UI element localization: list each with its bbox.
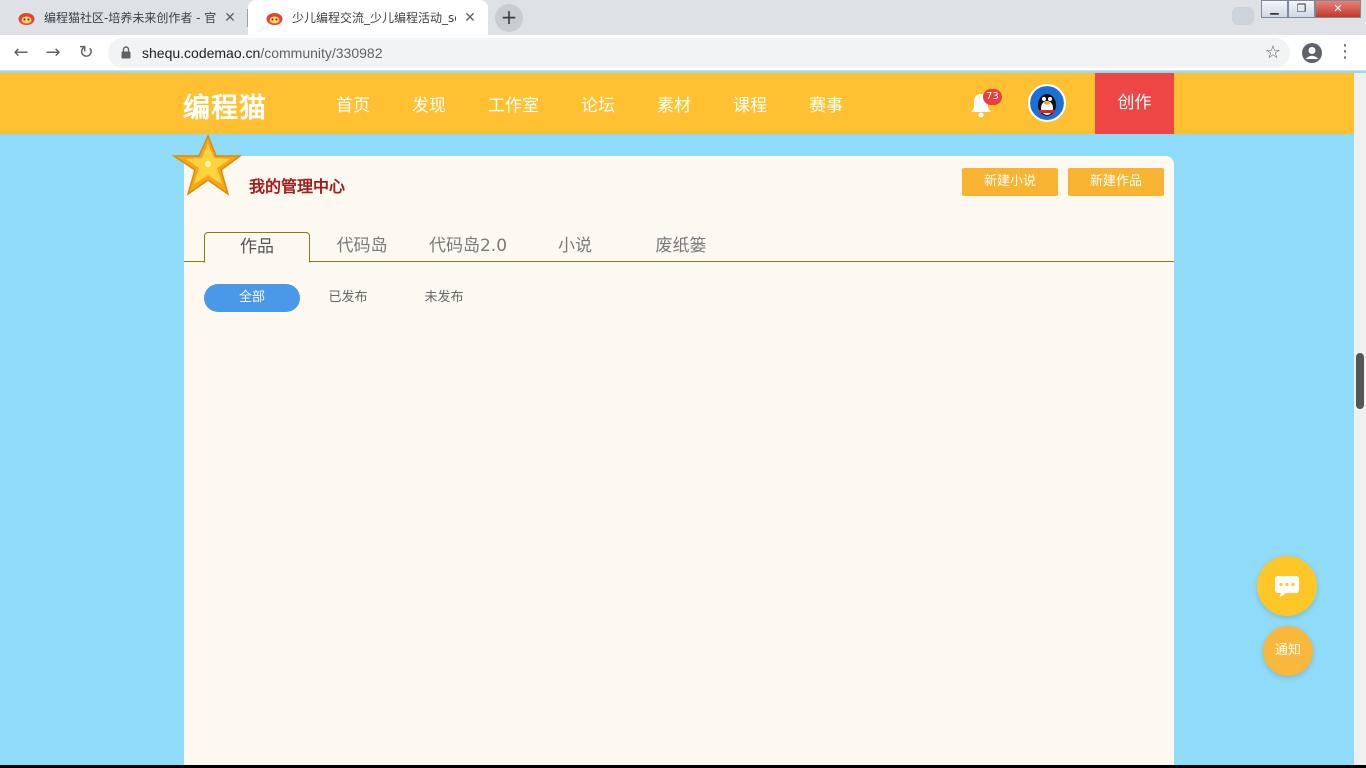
create-button[interactable]: 创作 <box>1095 73 1174 134</box>
forward-icon[interactable]: → <box>41 41 65 65</box>
nav-item-contests[interactable]: 赛事 <box>809 91 843 116</box>
page-scrollbar[interactable] <box>1354 73 1366 768</box>
address-bar[interactable]: shequ.codemao.cn/community/330982 ☆ <box>108 38 1290 68</box>
close-tab-icon[interactable]: ✕ <box>222 10 238 26</box>
url-host: shequ.codemao.cn <box>142 45 261 61</box>
nav-item-materials[interactable]: 素材 <box>657 91 691 116</box>
browser-tabstrip: 编程猫社区-培养未来创作者 - 官 ✕ 少儿编程交流_少儿编程活动_scra ✕… <box>0 0 1366 35</box>
chat-bubble-icon <box>1275 576 1299 598</box>
nav-item-discover[interactable]: 发现 <box>412 91 446 116</box>
new-tab-button[interactable]: + <box>495 4 523 32</box>
nav-item-studio[interactable]: 工作室 <box>488 91 539 116</box>
subtab-published[interactable]: 已发布 <box>308 284 388 312</box>
site-logo[interactable]: 编程猫 <box>183 86 267 125</box>
reload-icon[interactable]: ↻ <box>74 41 98 65</box>
window-controls: ▁ ❐ ✕ <box>1261 0 1361 18</box>
codemao-favicon-icon <box>266 13 283 25</box>
subtab-unpublished[interactable]: 未发布 <box>404 284 484 312</box>
browser-tab-active[interactable]: 少儿编程交流_少儿编程活动_scra ✕ <box>248 0 488 35</box>
chat-button[interactable] <box>1257 556 1317 616</box>
avatar[interactable] <box>1028 84 1066 122</box>
lock-icon <box>121 46 131 59</box>
main-nav: 首页 发现 工作室 论坛 素材 课程 赛事 <box>336 73 885 134</box>
nav-item-courses[interactable]: 课程 <box>733 91 767 116</box>
url-text: shequ.codemao.cn/community/330982 <box>142 45 383 61</box>
browser-toolbar: ← → ↻ shequ.codemao.cn/community/330982 … <box>0 35 1366 71</box>
url-path: /community/330982 <box>260 45 383 61</box>
new-novel-button[interactable]: 新建小说 <box>962 168 1058 196</box>
starfish-icon <box>171 134 243 196</box>
browser-tab[interactable]: 编程猫社区-培养未来创作者 - 官 ✕ <box>0 0 248 35</box>
tab-novels[interactable]: 小说 <box>522 232 628 262</box>
window-close-icon[interactable]: ✕ <box>1315 0 1361 18</box>
nav-item-home[interactable]: 首页 <box>336 91 370 116</box>
qq-penguin-avatar-icon <box>1030 86 1064 120</box>
content-tabs: 作品 代码岛 代码岛2.0 小说 废纸篓 <box>184 232 1174 263</box>
tab-works[interactable]: 作品 <box>204 232 310 263</box>
tab-code-island-2[interactable]: 代码岛2.0 <box>414 232 522 262</box>
codemao-favicon-icon <box>18 13 35 25</box>
back-icon[interactable]: ← <box>9 41 33 65</box>
subtab-all[interactable]: 全部 <box>204 284 300 312</box>
new-work-button[interactable]: 新建作品 <box>1068 168 1164 196</box>
account-icon[interactable] <box>1300 41 1324 65</box>
close-tab-icon[interactable]: ✕ <box>462 10 478 26</box>
tab-trash[interactable]: 废纸篓 <box>628 232 734 262</box>
page-title: 我的管理中心 <box>249 177 346 196</box>
scrollbar-thumb[interactable] <box>1356 353 1364 409</box>
browser-tab-title: 编程猫社区-培养未来创作者 - 官 <box>44 11 216 25</box>
tab-code-island[interactable]: 代码岛 <box>310 232 414 262</box>
menu-kebab-icon[interactable]: ⋮ <box>1336 41 1354 65</box>
browser-tab-title: 少儿编程交流_少儿编程活动_scra <box>292 11 456 25</box>
notify-button[interactable]: 通知 <box>1263 626 1313 676</box>
chrome-profile-icon[interactable] <box>1232 7 1254 25</box>
notification-badge: 73 <box>983 89 1002 105</box>
nav-item-forum[interactable]: 论坛 <box>581 91 615 116</box>
minimize-icon[interactable]: ▁ <box>1261 0 1288 18</box>
maximize-icon[interactable]: ❐ <box>1288 0 1315 18</box>
bookmark-star-icon[interactable]: ☆ <box>1265 42 1281 63</box>
